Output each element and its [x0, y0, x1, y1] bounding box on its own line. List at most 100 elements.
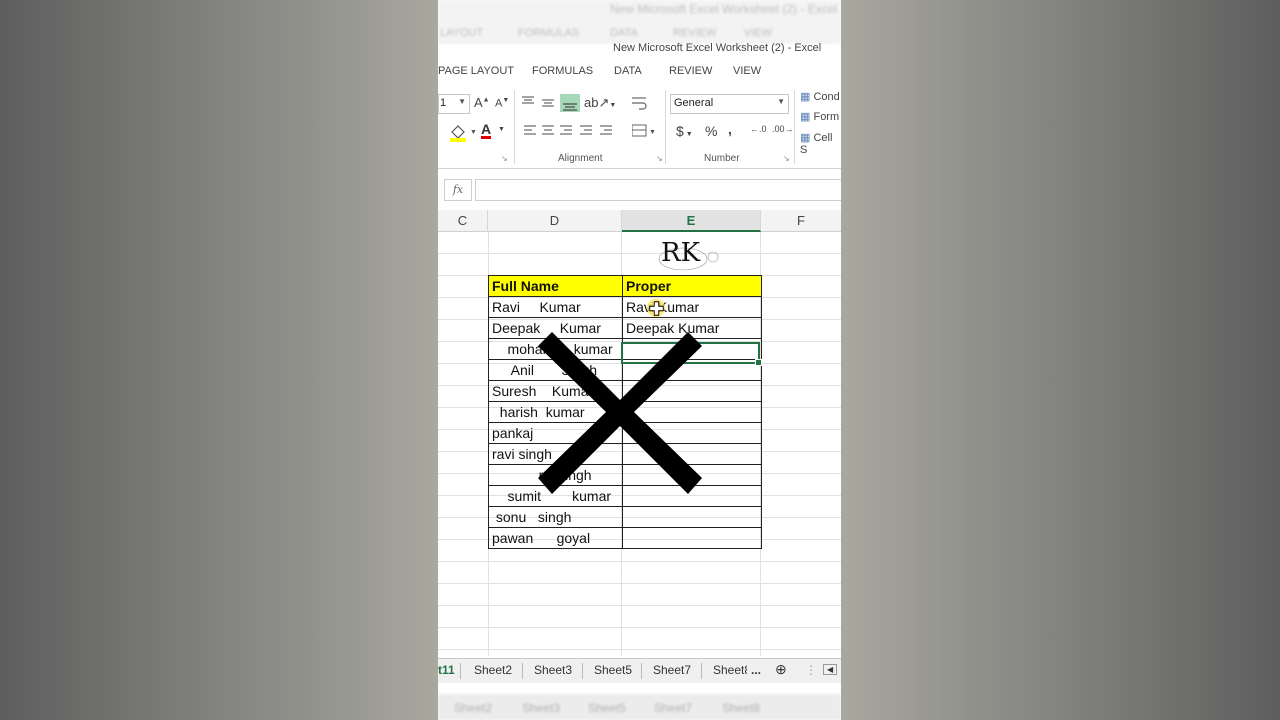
ghost-sheet-strip: Sheet2 Sheet3 Sheet5 Sheet7 Sheet8: [438, 694, 841, 720]
column-header-d[interactable]: D: [488, 210, 622, 232]
column-header-f[interactable]: F: [761, 210, 841, 232]
tab-page-layout[interactable]: PAGE LAYOUT: [438, 65, 514, 77]
merge-center-icon[interactable]: ▼: [632, 124, 658, 138]
ghost-sheet-tab: Sheet7: [654, 701, 693, 715]
comma-button[interactable]: ,: [728, 121, 732, 137]
number-group-label: Number: [704, 153, 740, 164]
separator: [460, 663, 461, 679]
dialog-launcher-icon[interactable]: ↘: [783, 154, 790, 163]
tab-review[interactable]: REVIEW: [669, 65, 712, 77]
wrap-text-icon[interactable]: [632, 96, 648, 110]
cell-styles-icon: ▦: [800, 132, 811, 144]
ghost-tab: FORMULAS: [518, 27, 580, 39]
number-format-combo[interactable]: General ▼: [670, 94, 789, 114]
number-format-value: General: [674, 97, 714, 109]
chevron-down-icon: ▼: [777, 97, 785, 106]
percent-button[interactable]: %: [705, 123, 717, 139]
column-header-e[interactable]: E: [622, 210, 761, 232]
window-title: New Microsoft Excel Worksheet (2) - Exce…: [613, 42, 822, 54]
sheet-tab-bar: t11 Sheet2 Sheet3 Sheet5 Sheet7 Sheet8 .…: [438, 658, 841, 683]
font-size-value: 1: [440, 97, 447, 109]
add-sheet-icon[interactable]: ⊕: [775, 661, 787, 678]
sheet-tab-sheet5[interactable]: Sheet5: [594, 663, 632, 677]
svg-text:▼: ▼: [649, 129, 656, 136]
table-row: sonu singh: [488, 506, 762, 528]
table-row: Ravi Kumar Ravi Kumar: [488, 296, 762, 318]
separator: [665, 90, 666, 164]
sheet-tab-active[interactable]: t11: [438, 663, 455, 677]
insert-function-button[interactable]: fx: [444, 179, 472, 201]
horizontal-align-icons[interactable]: [524, 124, 624, 138]
rk-logo: RK: [658, 238, 719, 271]
sheet-tab-sheet7[interactable]: Sheet7: [653, 663, 691, 677]
ghost-tab: LAYOUT: [440, 27, 484, 39]
scroll-left-icon[interactable]: ◀: [823, 664, 838, 675]
shrink-font-button[interactable]: A▼: [495, 97, 509, 110]
conditional-formatting-icon: ▦: [800, 91, 811, 103]
ghost-window-title: New Microsoft Excel Worksheet (2) - Exce…: [610, 2, 838, 16]
proper-cell[interactable]: Ravi Kumar: [622, 296, 762, 318]
formula-input[interactable]: [475, 179, 841, 201]
logo-text: RK: [661, 238, 701, 268]
full-name-cell[interactable]: sonu singh: [488, 506, 623, 528]
ghost-sheet-tab: Sheet8: [722, 701, 761, 715]
decrease-decimal-icon[interactable]: .00→: [772, 124, 794, 134]
proper-cell[interactable]: [622, 506, 762, 528]
formula-bar: fx: [438, 176, 841, 202]
grow-font-button[interactable]: A▲: [474, 95, 490, 110]
sheet-tab-sheet2[interactable]: Sheet2: [474, 663, 512, 677]
table-header-row: Full Name Proper: [488, 275, 762, 297]
dialog-launcher-icon[interactable]: ↘: [656, 154, 663, 163]
tab-view[interactable]: VIEW: [733, 65, 761, 77]
splitter-icon[interactable]: ⋮: [805, 663, 817, 677]
ghost-tab: DATA: [610, 27, 638, 39]
ribbon-tabs: PAGE LAYOUT FORMULAS DATA REVIEW VIEW: [438, 62, 841, 82]
cross-mark-icon: [538, 332, 702, 494]
background-right: [841, 0, 1280, 720]
currency-button[interactable]: $ ▼: [676, 123, 693, 139]
ghost-tab: VIEW: [744, 27, 773, 39]
background-left: [0, 0, 438, 720]
svg-text:▼: ▼: [470, 129, 477, 136]
sheet-tab-sheet3[interactable]: Sheet3: [534, 663, 572, 677]
header-cell-full-name[interactable]: Full Name: [488, 275, 623, 297]
more-sheets-button[interactable]: ...: [751, 663, 761, 677]
table-icon: ▦: [800, 111, 811, 123]
vertical-align-icons[interactable]: [522, 94, 582, 112]
chevron-down-icon[interactable]: ▼: [498, 126, 505, 133]
full-name-cell[interactable]: pawan goyal: [488, 527, 623, 549]
ribbon: 1 ▼ A▲ A▼ ▼ A ▼ ↘ ab↗▼ Alignment ↘ ▼ Gen…: [438, 84, 841, 169]
conditional-formatting-button[interactable]: ▦ Cond: [800, 90, 840, 103]
cell-cursor-icon: [647, 299, 665, 317]
proper-cell[interactable]: [622, 527, 762, 549]
separator: [582, 663, 583, 679]
fill-color-icon[interactable]: ▼: [448, 122, 478, 142]
sheet-tab-sheet8[interactable]: Sheet8: [713, 663, 747, 677]
orientation-icon[interactable]: ab↗▼: [584, 95, 616, 111]
full-name-cell[interactable]: Ravi Kumar: [488, 296, 623, 318]
format-as-table-button[interactable]: ▦ Form: [800, 110, 839, 123]
ghost-sheet-tab: Sheet3: [522, 701, 561, 715]
ghost-tab: REVIEW: [673, 27, 717, 39]
column-header-c[interactable]: C: [438, 210, 488, 232]
excel-window: New Microsoft Excel Worksheet (2) - Exce…: [438, 0, 841, 720]
separator: [514, 90, 515, 164]
tab-formulas[interactable]: FORMULAS: [532, 65, 593, 77]
alignment-group-label: Alignment: [558, 153, 603, 164]
table-row: pawan goyal: [488, 527, 762, 549]
cell-styles-button[interactable]: ▦ Cell S: [800, 131, 841, 156]
separator: [794, 90, 795, 164]
increase-decimal-icon[interactable]: ←.0: [750, 124, 767, 134]
tab-data[interactable]: DATA: [614, 65, 642, 77]
dialog-launcher-icon[interactable]: ↘: [501, 154, 508, 163]
ghost-sheet-tab: Sheet5: [588, 701, 627, 715]
chevron-down-icon: ▼: [458, 97, 466, 106]
header-cell-proper[interactable]: Proper: [622, 275, 762, 297]
font-size-combo[interactable]: 1 ▼: [438, 94, 470, 114]
font-color-button[interactable]: A: [481, 122, 492, 139]
separator: [641, 663, 642, 679]
separator: [701, 663, 702, 679]
ghost-sheet-tab: Sheet2: [454, 701, 493, 715]
separator: [522, 663, 523, 679]
ghost-title-strip: New Microsoft Excel Worksheet (2) - Exce…: [438, 0, 841, 44]
